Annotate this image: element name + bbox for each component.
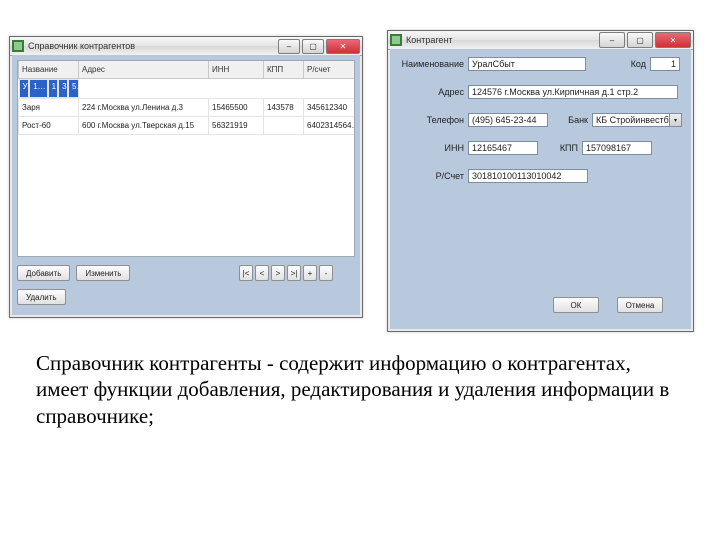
contragents-list-window: Справочник контрагентов – ▢ ✕ Название А… (9, 36, 363, 318)
delete-button[interactable]: Удалить (17, 289, 66, 305)
cell: 640231456468729 (304, 117, 356, 135)
app-icon (390, 34, 402, 46)
phone-label: Телефон (398, 115, 468, 125)
slide-caption: Справочник контрагенты - содержит информ… (36, 350, 684, 429)
app-icon (12, 40, 24, 52)
addr-input[interactable]: 124576 г.Москва ул.Кирпичная д.1 стр.2 (468, 85, 678, 99)
chevron-down-icon[interactable]: ▾ (670, 113, 682, 127)
col-name[interactable]: Название (19, 61, 79, 79)
cancel-button[interactable]: Отмена (617, 297, 663, 313)
cell: 600 г.Москва ул.Тверская д.15 (79, 117, 209, 135)
cell: 52014672 (68, 79, 79, 98)
rs-label: Р/Счет (398, 171, 468, 181)
name-label: Наименование (398, 59, 468, 69)
cell: 56321919 (209, 117, 264, 135)
cell (264, 117, 304, 135)
close-button[interactable]: ✕ (326, 39, 360, 54)
cell: 15465500 (209, 99, 264, 117)
titlebar[interactable]: Контрагент – ▢ ✕ (388, 31, 693, 50)
kpp-label: КПП (538, 143, 582, 153)
nav-prev-button[interactable]: < (255, 265, 269, 281)
kpp-input[interactable]: 157098167 (582, 141, 652, 155)
nav-del-button[interactable]: - (319, 265, 333, 281)
table-row[interactable]: Заря224 г.Москва ул.Ленина д.31546550014… (19, 99, 356, 117)
add-button[interactable]: Добавить (17, 265, 70, 281)
minimize-button[interactable]: – (599, 32, 625, 48)
window-title: Справочник контрагентов (28, 41, 276, 51)
contragents-grid[interactable]: Название Адрес ИНН КПП Р/счет УралСбыт12… (17, 60, 355, 257)
col-addr[interactable]: Адрес (79, 61, 209, 79)
cell: 362716 (58, 79, 68, 98)
close-button[interactable]: ✕ (655, 32, 691, 48)
col-inn[interactable]: ИНН (209, 61, 264, 79)
inn-label: ИНН (398, 143, 468, 153)
nav-next-button[interactable]: > (271, 265, 285, 281)
addr-label: Адрес (398, 87, 468, 97)
code-label: Код (586, 59, 650, 69)
table-row[interactable]: Рост-60600 г.Москва ул.Тверская д.155632… (19, 117, 356, 135)
col-rs[interactable]: Р/счет (304, 61, 356, 79)
ok-button[interactable]: ОК (553, 297, 599, 313)
code-input[interactable]: 1 (650, 57, 680, 71)
bank-label: Банк (548, 115, 592, 125)
bank-select[interactable]: КБ Стройинвестбанк (592, 113, 670, 127)
cell: УралСбыт (19, 79, 30, 98)
titlebar[interactable]: Справочник контрагентов – ▢ ✕ (10, 37, 362, 56)
cell: 143578 (264, 99, 304, 117)
cell: Заря (19, 99, 79, 117)
edit-button[interactable]: Изменить (76, 265, 130, 281)
name-input[interactable]: УралСбыт (468, 57, 586, 71)
contragent-form-window: Контрагент – ▢ ✕ Наименование УралСбыт К… (387, 30, 694, 332)
nav-last-button[interactable]: >| (287, 265, 301, 281)
rs-input[interactable]: 301810100113010042 (468, 169, 588, 183)
maximize-button[interactable]: ▢ (302, 39, 324, 54)
cell: 124576 г.Москва ул.Кирпичная д.1 стр.2 (29, 79, 47, 98)
inn-input[interactable]: 12165467 (468, 141, 538, 155)
cell: 12165467 (48, 79, 59, 98)
table-row[interactable]: УралСбыт124576 г.Москва ул.Кирпичная д.1… (19, 79, 79, 98)
col-kpp[interactable]: КПП (264, 61, 304, 79)
nav-first-button[interactable]: |< (239, 265, 253, 281)
cell: Рост-60 (19, 117, 79, 135)
window-title: Контрагент (406, 35, 597, 45)
phone-input[interactable]: (495) 645-23-44 (468, 113, 548, 127)
maximize-button[interactable]: ▢ (627, 32, 653, 48)
minimize-button[interactable]: – (278, 39, 300, 54)
cell: 345612340 (304, 99, 356, 117)
cell: 224 г.Москва ул.Ленина д.3 (79, 99, 209, 117)
nav-add-button[interactable]: + (303, 265, 317, 281)
